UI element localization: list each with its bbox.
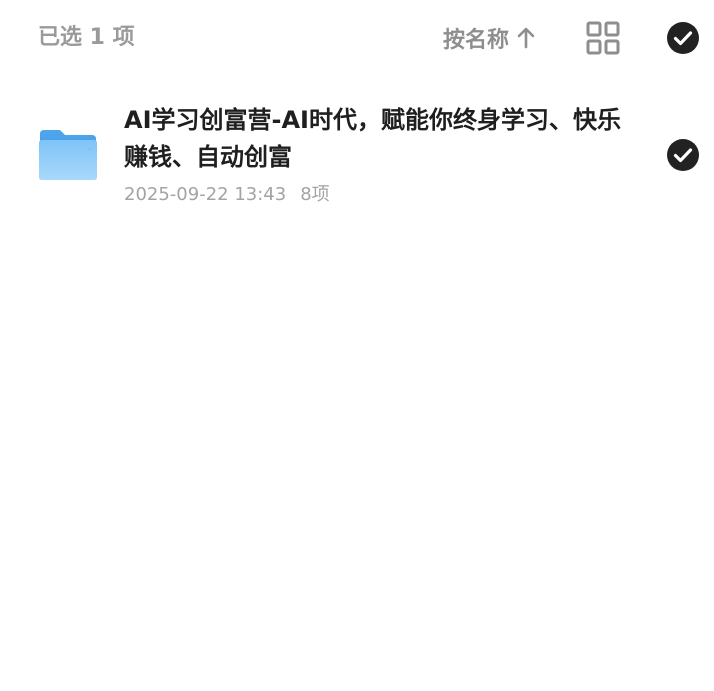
file-meta: 2025-09-22 13:43 8项 [124,182,330,208]
sort-label: 按名称 [443,28,510,53]
file-name: AI学习创富营-AI时代，赋能你终身学习、快乐赚钱、自动创富 [124,106,621,171]
grid-view-icon[interactable] [586,21,620,55]
file-list-item[interactable]: AI学习创富营-AI时代，赋能你终身学习、快乐赚钱、自动创富 2025-09-2… [0,92,714,222]
select-all-check-icon[interactable] [666,21,700,55]
selection-toolbar: 已选 1 项 按名称 [0,0,714,76]
file-date: 2025-09-22 13:43 [124,184,287,205]
file-item-count: 8项 [300,184,330,205]
arrow-up-icon [517,27,535,49]
selection-count: 已选 1 项 [38,25,135,50]
sort-by-name-button[interactable]: 按名称 [443,22,535,54]
check-circle-icon[interactable] [666,138,700,172]
folder-icon [38,128,98,182]
